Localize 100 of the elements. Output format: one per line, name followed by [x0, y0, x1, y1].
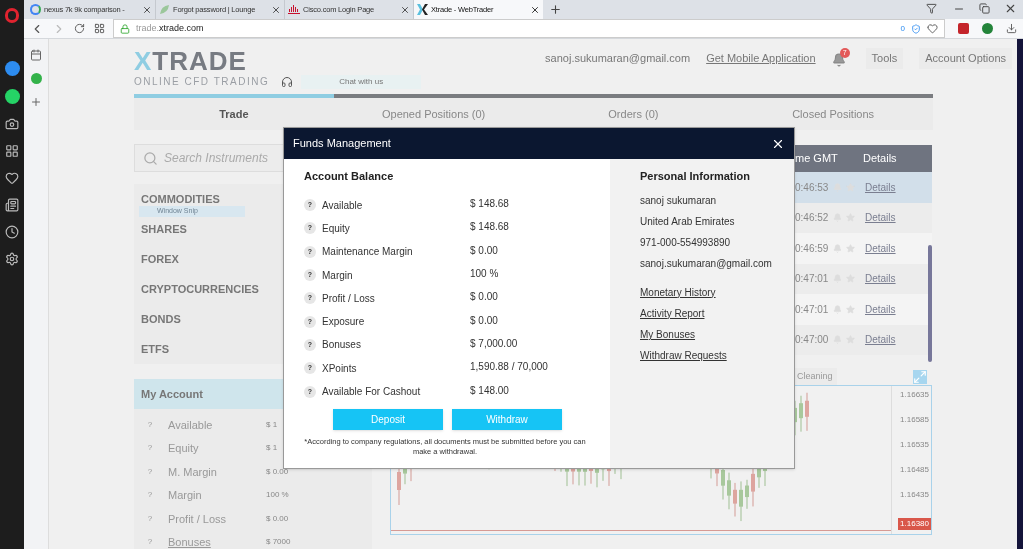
table-row[interactable]: 0:46:53 Details: [792, 172, 932, 203]
account-link[interactable]: Withdraw Requests: [640, 345, 727, 367]
price-label: 1.16585: [899, 414, 930, 426]
grid-icon[interactable]: [5, 144, 19, 158]
price-label: 1.16535: [899, 439, 930, 451]
camera-icon[interactable]: [5, 117, 19, 131]
star-icon[interactable]: [846, 243, 855, 253]
close-icon[interactable]: [400, 4, 410, 15]
price-label: 1.16485: [899, 464, 930, 476]
section-title: Account Balance: [304, 169, 395, 184]
balance-value: $ 0.00: [470, 290, 498, 305]
settings-icon[interactable]: [5, 252, 19, 266]
details-link[interactable]: Details: [865, 240, 896, 256]
mobile-app-link[interactable]: Get Mobile Application: [706, 50, 816, 67]
restore-icon[interactable]: [979, 3, 990, 14]
blocked-count: 0: [900, 22, 905, 35]
messenger-icon[interactable]: [4, 61, 20, 76]
history-icon[interactable]: [5, 225, 19, 239]
extension-icon[interactable]: [958, 23, 969, 34]
menu-button[interactable]: Account Options: [919, 48, 1012, 69]
personal-info: 971-000-554993890: [640, 235, 732, 250]
balance-value: $ 148.00: [470, 383, 509, 398]
balance-label: Bonuses: [322, 338, 362, 353]
account-link[interactable]: My Bonuses: [640, 324, 696, 346]
table-row[interactable]: 0:46:59 Details: [792, 233, 932, 264]
action-button[interactable]: Deposit: [333, 409, 443, 431]
shield-icon[interactable]: [911, 23, 921, 34]
user-email: sanoj.sukumaran@gmail.com: [545, 51, 691, 66]
account-label: Equity: [168, 441, 200, 456]
time-cell-text: 0:47:00: [795, 333, 830, 348]
headset-icon: [281, 75, 294, 88]
account-value: $ 0.00: [266, 512, 289, 525]
help-badge[interactable]: ?: [144, 489, 156, 502]
help-badge[interactable]: ?: [144, 418, 156, 431]
extension-icon[interactable]: [982, 23, 993, 34]
star-icon[interactable]: [846, 304, 855, 314]
column-header: Details: [863, 151, 897, 167]
balance-value: 1,590.88 / 70,000: [470, 360, 548, 375]
new-tab-icon[interactable]: [549, 3, 562, 16]
details-link[interactable]: Details: [865, 301, 896, 317]
account-label: Available: [168, 417, 214, 433]
g-logo-icon: [30, 4, 41, 15]
chart-tab[interactable]: Cleaning: [793, 368, 837, 385]
details-link[interactable]: Details: [865, 271, 896, 287]
close-icon[interactable]: [1004, 2, 1017, 15]
account-label: M. Margin: [168, 464, 218, 480]
personal-info: sanoj sukumaran: [640, 193, 718, 208]
details-link[interactable]: Details: [865, 210, 896, 226]
close-icon[interactable]: [142, 4, 152, 15]
tab-menu-icon[interactable]: [926, 3, 937, 14]
balance-label: Available: [322, 198, 364, 213]
menu-button[interactable]: Tools: [865, 48, 904, 69]
help-badge[interactable]: ?: [144, 442, 156, 455]
whatsapp-icon[interactable]: [4, 89, 20, 104]
chat-link[interactable]: Chat with us: [301, 74, 422, 89]
speed-dial-icon[interactable]: [94, 23, 105, 34]
account-value: $ 0.00: [266, 465, 289, 478]
personal-info: United Arab Emirates: [640, 214, 736, 229]
scrollbar[interactable]: [928, 245, 932, 362]
extension-icon[interactable]: [30, 73, 42, 84]
logo-tagline: ONLINE CFD TRADING: [134, 75, 270, 89]
balance-value: $ 7,000.00: [470, 336, 518, 351]
main-tab[interactable]: Orders (0): [533, 94, 734, 130]
account-label[interactable]: Bonuses: [168, 534, 266, 549]
balance-label: Exposure: [322, 315, 366, 330]
balance-value: $ 148.68: [470, 220, 509, 235]
main-tab[interactable]: Trade: [134, 94, 334, 130]
time-cell-text: 0:47:01: [795, 272, 830, 287]
current-price-badge: 1.16380: [898, 518, 931, 530]
balance-value: $ 0.00: [470, 243, 498, 258]
bell-icon[interactable]: [831, 53, 846, 68]
reload-icon[interactable]: [74, 23, 85, 34]
help-badge[interactable]: ?: [144, 465, 156, 478]
account-value: $ 7000: [266, 536, 291, 549]
details-link[interactable]: Details: [865, 179, 896, 195]
main-tab[interactable]: Opened Positions (0): [333, 94, 534, 130]
opera-logo-icon[interactable]: [5, 8, 19, 23]
heart-icon[interactable]: [5, 171, 19, 185]
table-row[interactable]: 0:46:52 Details: [792, 202, 932, 233]
close-icon[interactable]: [530, 4, 540, 15]
add-icon[interactable]: [30, 96, 42, 108]
help-badge[interactable]: ?: [144, 512, 156, 525]
news-icon[interactable]: [5, 198, 19, 212]
account-link[interactable]: Activity Report: [640, 302, 705, 325]
account-value: $ 1: [266, 418, 278, 431]
account-value: 100 %: [266, 489, 289, 502]
address-field[interactable]: trade.xtrade.com 0: [113, 19, 945, 38]
main-tab[interactable]: Closed Positions: [733, 94, 933, 130]
help-badge[interactable]: ?: [144, 536, 156, 549]
x-logo-icon: [417, 4, 428, 15]
price-label: 1.16635: [899, 389, 930, 401]
calendar-icon[interactable]: [30, 49, 42, 61]
close-icon[interactable]: [271, 4, 281, 15]
details-link[interactable]: Details: [865, 332, 896, 348]
column-header: me GMT: [795, 151, 839, 167]
action-button[interactable]: Withdraw: [452, 409, 562, 431]
search-icon: [143, 150, 158, 166]
download-icon[interactable]: [1006, 23, 1017, 34]
account-link[interactable]: Monetary History: [640, 281, 716, 303]
section-title: Personal Information: [640, 169, 752, 184]
